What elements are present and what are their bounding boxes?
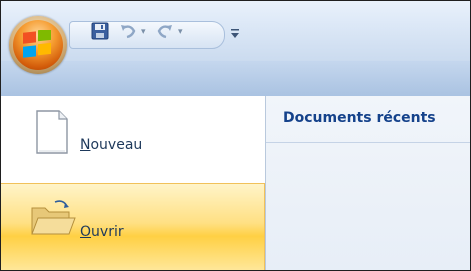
open-label: Ouvrir <box>80 224 124 240</box>
ribbon-strip <box>1 61 470 97</box>
recent-documents-pane: Documents récents <box>266 96 470 270</box>
office-menu-window: ▾ ▾ Nouveau Ouvrir Documents récents <box>0 0 471 271</box>
new-document-icon <box>36 110 68 154</box>
open-folder-icon <box>31 200 76 235</box>
recent-documents-title: Documents récents <box>283 110 436 126</box>
customize-qat-icon[interactable] <box>230 27 240 41</box>
new-label: Nouveau <box>80 137 143 153</box>
new-button[interactable]: Nouveau <box>1 105 264 177</box>
save-icon[interactable] <box>91 22 109 40</box>
undo-dropdown-icon[interactable]: ▾ <box>141 27 146 37</box>
open-button[interactable]: Ouvrir <box>1 183 265 270</box>
office-logo-icon <box>23 30 51 58</box>
undo-icon[interactable] <box>119 22 137 40</box>
redo-icon[interactable] <box>156 22 174 40</box>
redo-dropdown-icon[interactable]: ▾ <box>178 27 183 37</box>
recent-documents-separator <box>266 142 470 143</box>
